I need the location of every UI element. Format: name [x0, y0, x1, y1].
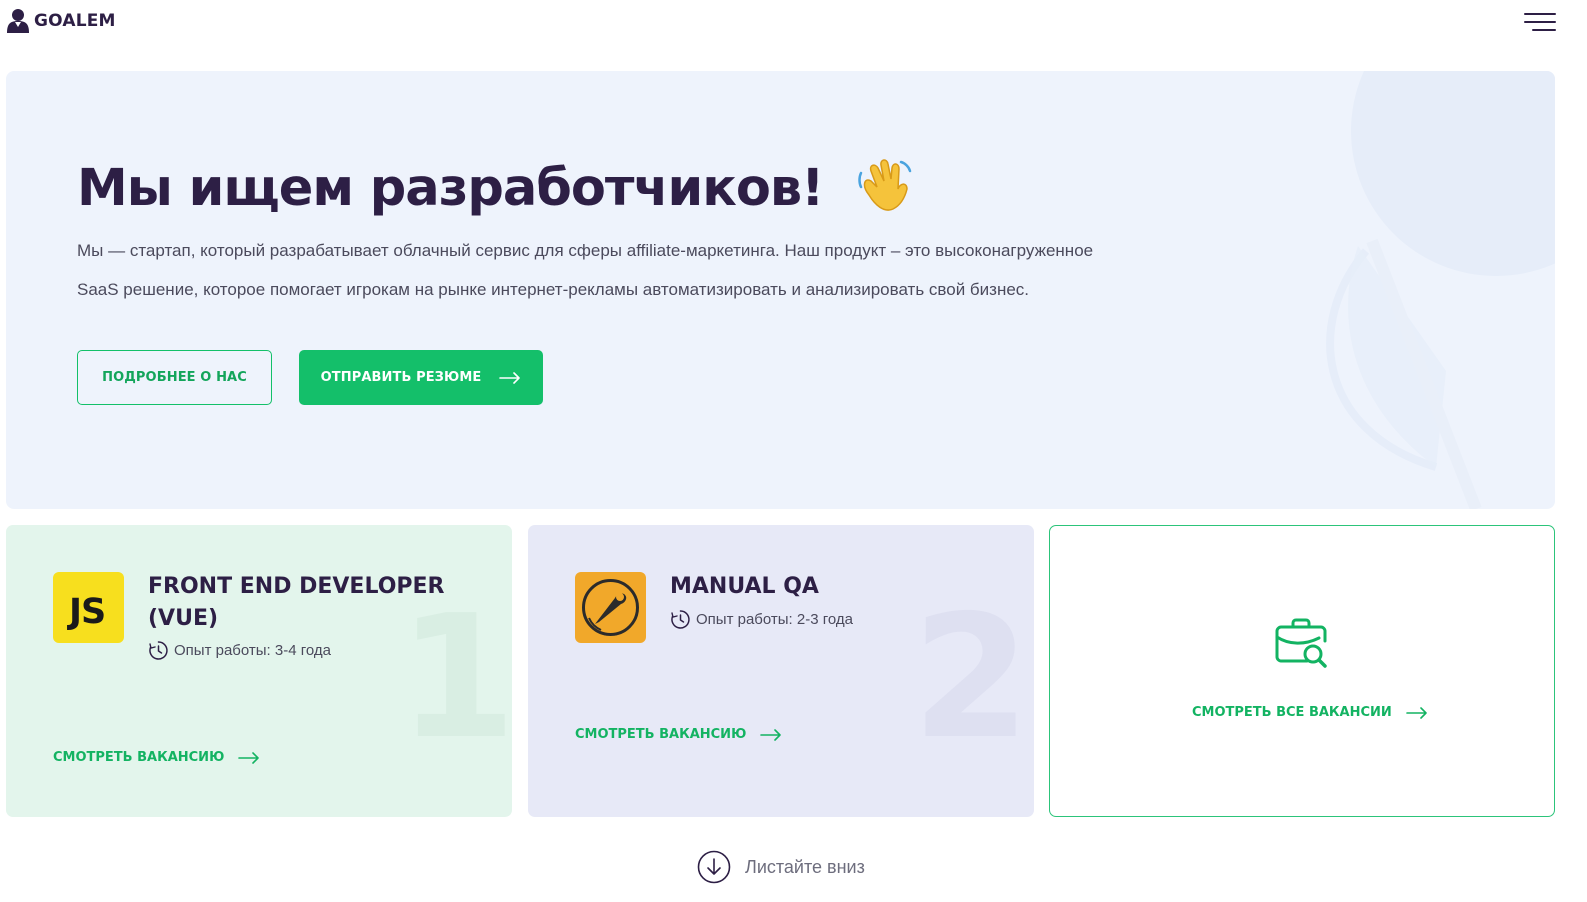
about-us-button[interactable]: ПОДРОБНЕЕ О НАС	[77, 350, 272, 405]
view-all-jobs-link[interactable]: СМОТРЕТЬ ВСЕ ВАКАНСИИ	[1192, 705, 1428, 720]
arrow-right-icon	[1406, 706, 1427, 719]
logo-text: GOALEM	[34, 11, 116, 31]
job-experience: Опыт работы: 2-3 года	[670, 609, 853, 630]
job-title: MANUAL QA	[670, 574, 819, 599]
send-resume-label: ОТПРАВИТЬ РЕЗЮМЕ	[320, 370, 482, 385]
briefcase-search-icon	[1275, 618, 1327, 668]
send-resume-button[interactable]: ОТПРАВИТЬ РЕЗЮМЕ	[299, 350, 543, 405]
job-experience-text: Опыт работы: 3-4 года	[174, 642, 331, 659]
scroll-down-hint[interactable]: Листайте вниз	[697, 850, 865, 884]
waving-hand-icon	[858, 158, 912, 211]
hero-description: Мы — стартап, который разрабатывает обла…	[77, 231, 1177, 309]
arrow-right-icon	[238, 751, 260, 764]
page-title: Мы ищем разработчиков!	[77, 159, 824, 218]
job-number: 2	[912, 579, 1031, 777]
job-card[interactable]: 2 MANUAL QA Опыт работы: 2-3 года СМОТРЕ…	[528, 525, 1034, 817]
view-job-link[interactable]: СМОТРЕТЬ ВАКАНСИЮ	[575, 727, 782, 742]
person-icon	[7, 9, 29, 33]
postman-icon	[575, 572, 646, 643]
view-job-label: СМОТРЕТЬ ВАКАНСИЮ	[575, 727, 747, 742]
all-jobs-card[interactable]: СМОТРЕТЬ ВСЕ ВАКАНСИИ	[1049, 525, 1555, 817]
javascript-icon: JS	[53, 572, 124, 643]
arrow-right-icon	[760, 728, 782, 741]
job-experience: Опыт работы: 3-4 года	[148, 640, 331, 661]
scroll-down-label: Листайте вниз	[745, 856, 865, 877]
hero-title-row: Мы ищем разработчиков!	[77, 158, 913, 218]
view-job-link[interactable]: СМОТРЕТЬ ВАКАНСИЮ	[53, 750, 260, 765]
hamburger-menu-icon[interactable]	[1522, 12, 1556, 34]
logo[interactable]: GOALEM	[6, 8, 116, 34]
hero-section: Мы ищем разработчиков! Мы — стартап, кот…	[6, 71, 1555, 509]
arrow-right-icon	[499, 371, 521, 384]
job-card[interactable]: 1 JS FRONT END DEVELOPER (VUE) Опыт рабо…	[6, 525, 512, 817]
view-all-jobs-label: СМОТРЕТЬ ВСЕ ВАКАНСИИ	[1192, 705, 1392, 720]
clock-icon	[149, 641, 168, 660]
site-header: GOALEM	[0, 0, 1587, 44]
js-logo-text: JS	[69, 592, 106, 632]
view-job-label: СМОТРЕТЬ ВАКАНСИЮ	[53, 750, 225, 765]
job-experience-text: Опыт работы: 2-3 года	[696, 611, 853, 628]
arrow-down-circle-icon	[697, 850, 731, 884]
hero-description-line: SaaS решение, которое помогает игрокам н…	[77, 280, 1030, 299]
job-title: FRONT END DEVELOPER (VUE)	[148, 574, 445, 631]
hero-description-line: Мы — стартап, который разрабатывает обла…	[77, 241, 1094, 260]
clock-icon	[671, 610, 690, 629]
